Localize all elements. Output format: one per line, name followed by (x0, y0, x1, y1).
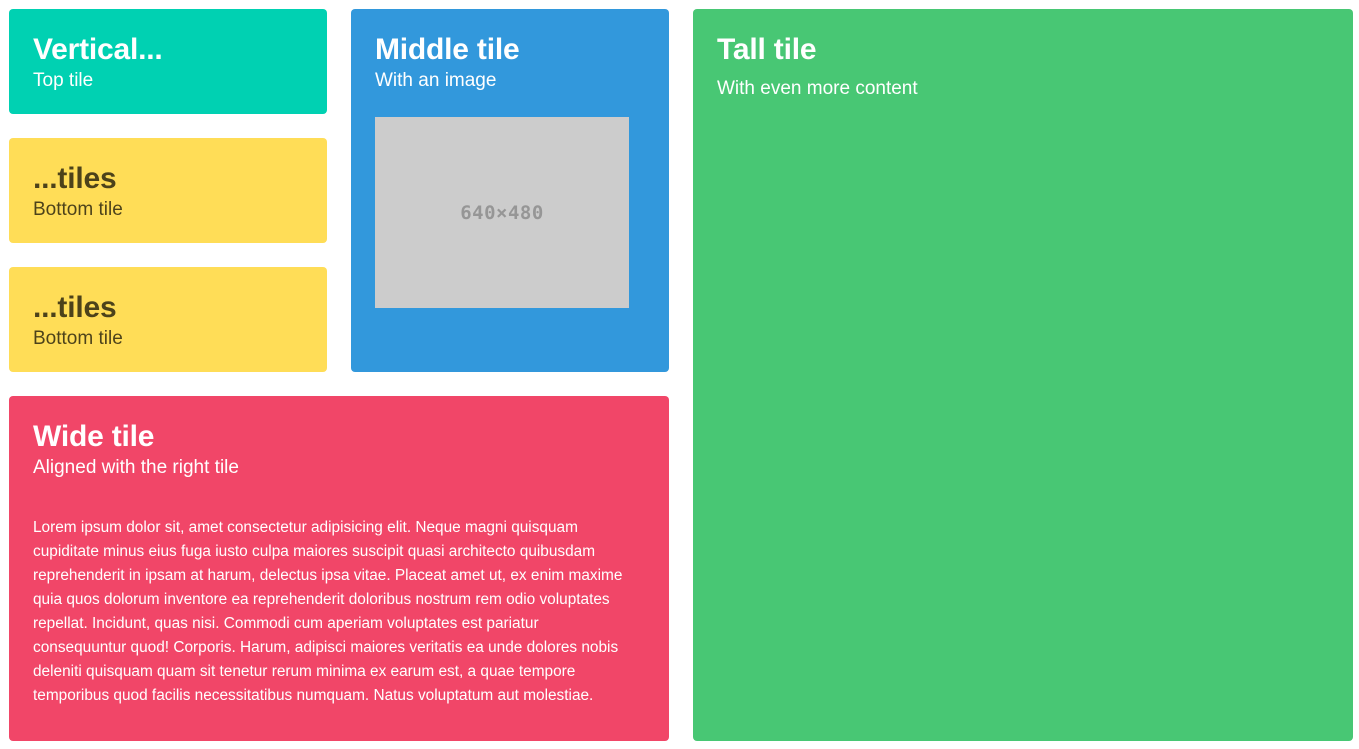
middle-tile-subtitle: With an image (375, 70, 497, 91)
wide-tile: Wide tile Aligned with the right tile Lo… (9, 396, 669, 741)
tall-tile-title: Tall tile (717, 33, 817, 66)
bottom-tile-2-subtitle: Bottom tile (33, 328, 123, 349)
bottom-tile-2: ...tiles Bottom tile (9, 267, 327, 372)
top-tile-title: Vertical... (33, 33, 163, 66)
wide-tile-body-text: Lorem ipsum dolor sit, amet consectetur … (33, 519, 623, 704)
bottom-tile-1: ...tiles Bottom tile (9, 138, 327, 243)
tall-tile-subtitle: With even more content (717, 78, 918, 99)
bottom-tile-1-subtitle: Bottom tile (33, 199, 123, 220)
middle-tile-title: Middle tile (375, 33, 520, 66)
top-tile: Vertical... Top tile (9, 9, 327, 114)
middle-tile: Middle tile With an image 640×480 (351, 9, 669, 372)
placeholder-image-label: 640×480 (460, 201, 544, 224)
bottom-tile-1-title: ...tiles (33, 162, 117, 195)
bottom-tile-2-title: ...tiles (33, 291, 117, 324)
placeholder-image: 640×480 (375, 117, 629, 308)
tall-tile: Tall tile With even more content (693, 9, 1353, 741)
wide-tile-title: Wide tile (33, 420, 155, 453)
top-tile-subtitle: Top tile (33, 70, 94, 91)
wide-tile-subtitle: Aligned with the right tile (33, 457, 239, 478)
